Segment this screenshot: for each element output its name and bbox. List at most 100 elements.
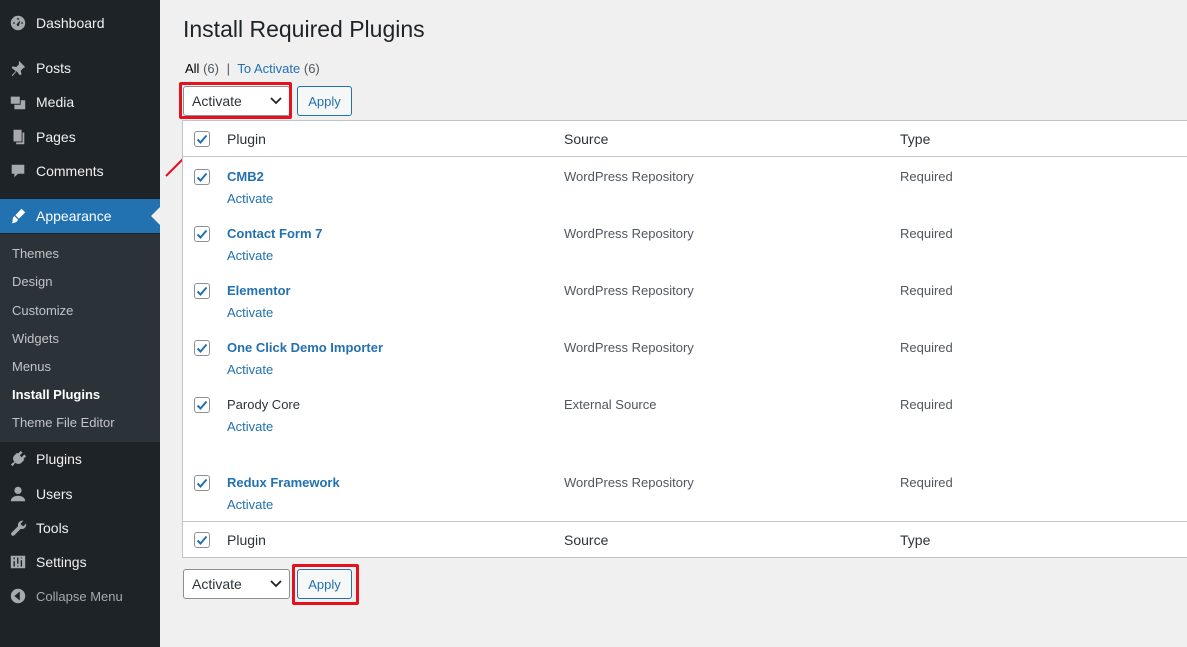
filter-to-activate-count: (6) xyxy=(303,61,320,76)
plugin-name-link[interactable]: CMB2 xyxy=(227,169,264,184)
activate-link[interactable]: Activate xyxy=(227,419,273,434)
sidebar-item-label: Settings xyxy=(36,554,87,570)
view-filters: All (6) | To Activate (6) xyxy=(185,61,320,76)
sidebar-item-settings[interactable]: Settings xyxy=(0,545,160,579)
plugin-source: WordPress Repository xyxy=(564,283,694,298)
filter-to-activate[interactable]: To Activate xyxy=(237,61,300,76)
sidebar-item-label: Dashboard xyxy=(36,15,105,31)
sidebar-item-appearance[interactable]: Appearance xyxy=(0,199,160,233)
plugin-type: Required xyxy=(900,283,953,298)
sidebar-item-label: Tools xyxy=(36,520,69,536)
table-footer: Plugin Source Type xyxy=(183,521,1187,557)
submenu-item-install-plugins[interactable]: Install Plugins xyxy=(12,387,100,402)
apply-button-top[interactable]: Apply xyxy=(297,86,352,116)
check-icon xyxy=(196,286,208,296)
sidebar-item-label: Media xyxy=(36,94,75,110)
filter-all[interactable]: All xyxy=(185,61,199,76)
row-checkbox[interactable] xyxy=(194,475,210,491)
page-title: Install Required Plugins xyxy=(183,16,425,42)
row-checkbox[interactable] xyxy=(194,169,210,185)
sidebar-item-label: Users xyxy=(36,486,73,502)
plugin-type: Required xyxy=(900,397,953,412)
sidebar-item-pages[interactable]: Pages xyxy=(0,120,160,154)
plugin-source: WordPress Repository xyxy=(564,340,694,355)
user-icon xyxy=(0,485,36,503)
appearance-submenu: Themes Design Customize Widgets Menus In… xyxy=(0,234,160,442)
sidebar-item-users[interactable]: Users xyxy=(0,477,160,511)
sidebar-item-tools[interactable]: Tools xyxy=(0,511,160,545)
submenu-item-customize[interactable]: Customize xyxy=(12,303,73,318)
dashboard-icon xyxy=(0,14,36,32)
row-checkbox[interactable] xyxy=(194,283,210,299)
plugin-type: Required xyxy=(900,340,953,355)
sidebar-item-label: Plugins xyxy=(36,451,82,467)
row-checkbox[interactable] xyxy=(194,397,210,413)
activate-link[interactable]: Activate xyxy=(227,362,273,377)
submenu-item-theme-file-editor[interactable]: Theme File Editor xyxy=(12,415,115,430)
comment-icon xyxy=(0,162,36,180)
sidebar-item-media[interactable]: Media xyxy=(0,85,160,119)
plugin-source: WordPress Repository xyxy=(564,169,694,184)
brush-icon xyxy=(0,207,36,225)
column-footer-plugin[interactable]: Plugin xyxy=(227,532,266,548)
plugin-type: Required xyxy=(900,475,953,490)
plugin-name-link[interactable]: Contact Form 7 xyxy=(227,226,322,241)
submenu-item-widgets[interactable]: Widgets xyxy=(12,331,59,346)
pages-icon xyxy=(0,128,36,146)
column-footer-source[interactable]: Source xyxy=(564,532,608,548)
plugins-table: Plugin Source Type CMB2 Activate WordPre… xyxy=(182,120,1187,558)
sidebar-item-label: Comments xyxy=(36,163,104,179)
select-all-checkbox-bottom[interactable] xyxy=(194,532,210,548)
sidebar-item-comments[interactable]: Comments xyxy=(0,154,160,188)
bulk-action-select-bottom[interactable]: Activate xyxy=(183,569,290,599)
table-header: Plugin Source Type xyxy=(183,121,1187,157)
admin-sidebar: Dashboard Posts Media Pages Comments App… xyxy=(0,0,160,647)
bulk-action-select-top[interactable]: Activate xyxy=(183,86,290,116)
apply-button-bottom[interactable]: Apply xyxy=(297,569,352,599)
select-all-checkbox-top[interactable] xyxy=(194,131,210,147)
plugin-source: WordPress Repository xyxy=(564,226,694,241)
collapse-icon xyxy=(0,587,36,605)
sidebar-item-label: Pages xyxy=(36,129,76,145)
sliders-icon xyxy=(0,553,36,571)
plugin-name: Parody Core xyxy=(227,397,300,412)
check-icon xyxy=(196,172,208,182)
submenu-item-menus[interactable]: Menus xyxy=(12,359,51,374)
check-icon xyxy=(196,343,208,353)
column-header-type[interactable]: Type xyxy=(900,131,930,147)
plugin-name-link[interactable]: Redux Framework xyxy=(227,475,340,490)
check-icon xyxy=(196,134,208,144)
pin-icon xyxy=(0,59,36,77)
filter-all-count: (6) xyxy=(203,61,219,76)
check-icon xyxy=(196,535,208,545)
check-icon xyxy=(196,478,208,488)
collapse-menu-label: Collapse Menu xyxy=(36,588,123,604)
activate-link[interactable]: Activate xyxy=(227,191,273,206)
column-footer-type[interactable]: Type xyxy=(900,532,930,548)
sidebar-item-label: Posts xyxy=(36,60,72,76)
row-checkbox[interactable] xyxy=(194,226,210,242)
column-header-source[interactable]: Source xyxy=(564,131,608,147)
activate-link[interactable]: Activate xyxy=(227,497,273,512)
submenu-item-themes[interactable]: Themes xyxy=(12,246,59,261)
plug-icon xyxy=(0,450,36,468)
sidebar-item-plugins[interactable]: Plugins xyxy=(0,442,160,476)
plugin-source: External Source xyxy=(564,397,657,412)
check-icon xyxy=(196,400,208,410)
column-header-plugin[interactable]: Plugin xyxy=(227,131,266,147)
sidebar-item-dashboard[interactable]: Dashboard xyxy=(0,6,160,40)
row-checkbox[interactable] xyxy=(194,340,210,356)
submenu-item-design[interactable]: Design xyxy=(12,274,52,289)
plugin-name-link[interactable]: Elementor xyxy=(227,283,291,298)
sidebar-item-posts[interactable]: Posts xyxy=(0,51,160,85)
plugin-source: WordPress Repository xyxy=(564,475,694,490)
plugin-type: Required xyxy=(900,226,953,241)
filter-separator: | xyxy=(226,61,230,76)
media-icon xyxy=(0,93,36,111)
plugin-type: Required xyxy=(900,169,953,184)
plugin-name-link[interactable]: One Click Demo Importer xyxy=(227,340,383,355)
sidebar-item-label: Appearance xyxy=(36,208,112,224)
collapse-menu-button[interactable]: Collapse Menu xyxy=(0,579,160,613)
activate-link[interactable]: Activate xyxy=(227,305,273,320)
activate-link[interactable]: Activate xyxy=(227,248,273,263)
